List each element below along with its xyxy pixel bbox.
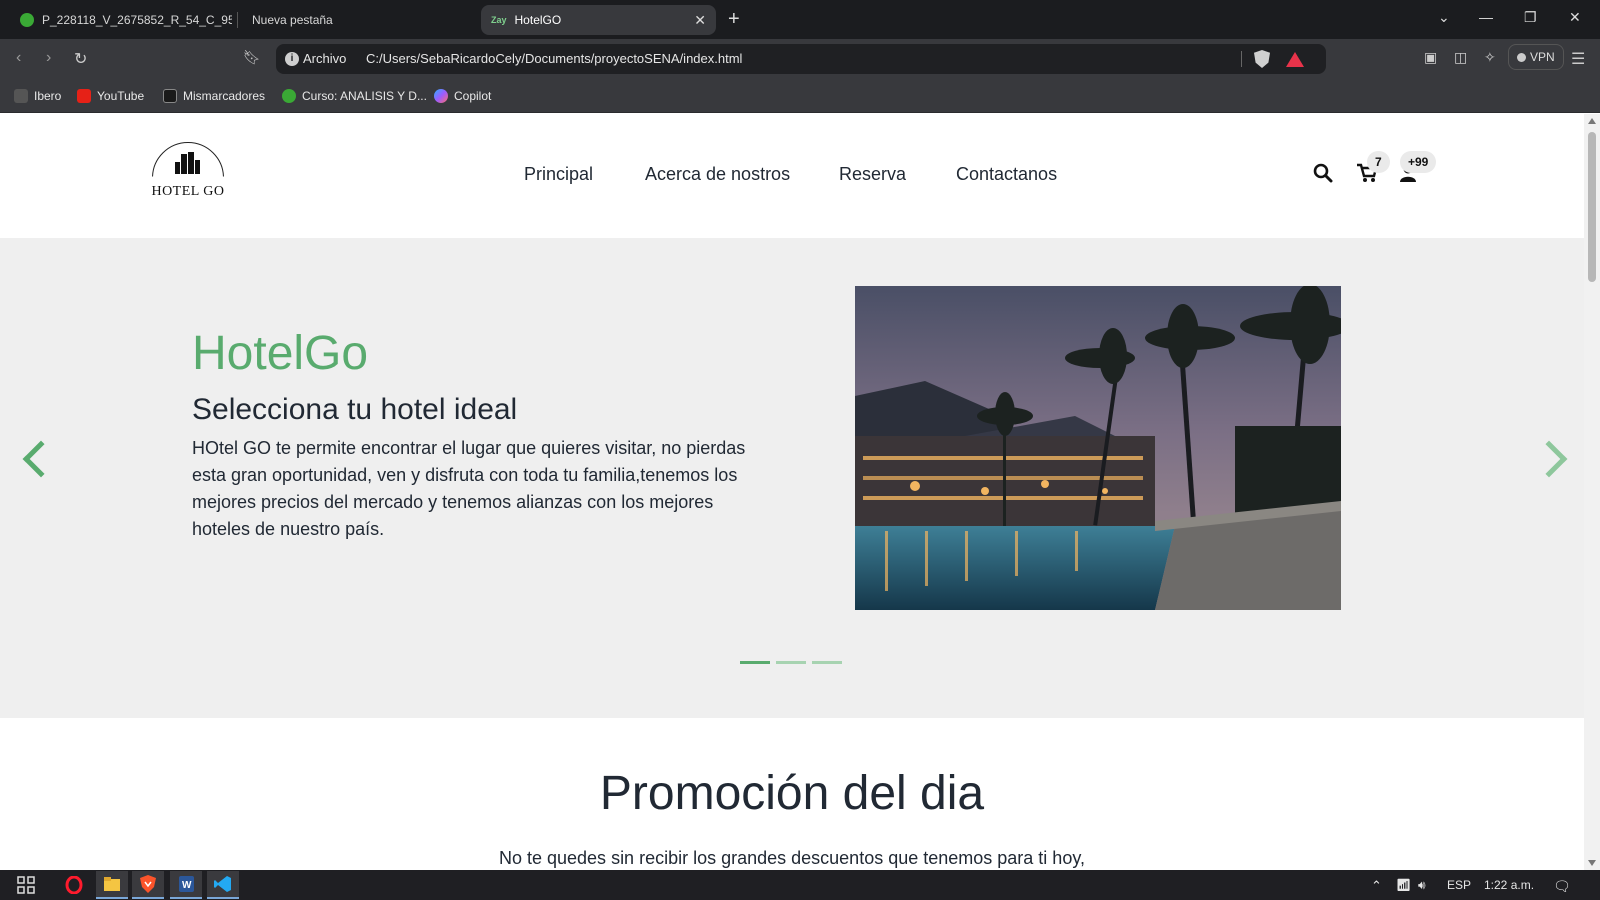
brave-rewards-icon[interactable] <box>1286 52 1304 67</box>
tab-favicon-icon <box>20 13 34 27</box>
bookmark-label: Mismarcadores <box>183 89 266 103</box>
bookmark-item[interactable]: Copilot <box>434 89 491 103</box>
hotel-resort-image <box>855 286 1341 610</box>
site-info-icon[interactable]: i <box>285 52 299 66</box>
bookmark-label: Ibero <box>34 89 62 103</box>
nav-link-acerca[interactable]: Acerca de nostros <box>645 164 790 185</box>
brave-browser-icon[interactable] <box>132 871 164 899</box>
search-icon[interactable] <box>1313 163 1333 183</box>
youtube-icon <box>77 89 91 103</box>
bookmark-label: Curso: ANALISIS Y D... <box>302 89 427 103</box>
brave-shields-icon[interactable] <box>1254 50 1270 68</box>
promo-title: Promoción del dia <box>599 767 985 820</box>
file-explorer-icon[interactable] <box>96 871 128 899</box>
tab-title: P_228118_V_2675852_R_54_C_9537: D <box>42 13 232 27</box>
tab-favicon-icon: Zay <box>491 15 507 25</box>
reload-icon[interactable]: ↻ <box>74 49 87 69</box>
bookmark-favicon-icon <box>14 89 28 103</box>
user-count-badge: +99 <box>1400 151 1437 173</box>
carousel-next-icon[interactable] <box>1530 440 1568 478</box>
browser-tab[interactable]: Nueva pestaña <box>242 5 470 35</box>
browser-tab-strip: P_228118_V_2675852_R_54_C_9537: D Nueva … <box>0 0 1600 39</box>
course-icon <box>282 89 296 103</box>
sidebar-toggle-icon[interactable]: ▣ <box>1424 49 1437 66</box>
browser-tab-active[interactable]: Zay HotelGO ✕ <box>481 5 716 35</box>
carousel-indicators <box>740 661 842 664</box>
carousel-indicator[interactable] <box>812 661 842 664</box>
volume-icon[interactable]: 🔊︎ <box>1418 878 1426 893</box>
promo-description: No te quedes sin recibir los grandes des… <box>498 848 1085 868</box>
browser-toolbar: ‹ › ↻ 🔖︎ i Archivo C:/Users/SebaRicardoC… <box>0 39 1600 80</box>
browser-tab[interactable]: P_228118_V_2675852_R_54_C_9537: D <box>10 5 232 35</box>
carousel-indicator[interactable] <box>776 661 806 664</box>
tray-chevron-icon[interactable]: ⌃ <box>1371 878 1382 894</box>
os-taskbar: W ⌃ 📶︎ 🔊︎ ESP 1:22 a.m. 🗨︎ <box>0 870 1600 900</box>
nav-link-reserva[interactable]: Reserva <box>839 164 906 185</box>
start-grid-icon[interactable] <box>10 871 42 899</box>
restore-button[interactable]: ❐ <box>1524 9 1537 26</box>
tab-separator <box>237 12 238 28</box>
tab-search-chevron-icon[interactable]: ⌄ <box>1438 9 1450 26</box>
clock[interactable]: 1:22 a.m. <box>1484 878 1534 892</box>
menu-icon[interactable]: ☰ <box>1571 49 1585 69</box>
back-icon[interactable]: ‹ <box>16 49 21 67</box>
bookmark-icon[interactable]: 🔖︎ <box>243 49 261 66</box>
network-icon[interactable]: 📶︎ <box>1396 878 1411 892</box>
vscode-icon[interactable] <box>207 871 239 899</box>
leo-ai-icon[interactable]: ✧ <box>1484 49 1496 66</box>
bookmark-item[interactable]: YouTube <box>77 89 144 103</box>
mismarcadores-icon <box>163 89 177 103</box>
hero-carousel: HotelGo Selecciona tu hotel ideal HOtel … <box>0 238 1584 718</box>
minimize-button[interactable]: — <box>1479 9 1493 25</box>
vpn-button[interactable]: VPN <box>1508 44 1564 70</box>
page-scrollbar[interactable] <box>1584 114 1600 870</box>
wallet-icon[interactable]: ◫ <box>1454 49 1467 66</box>
site-header: HOTEL GO Principal Acerca de nostros Res… <box>0 114 1584 238</box>
resort-photo <box>855 286 1341 610</box>
hero-title: HotelGo <box>192 327 369 380</box>
page-viewport: HOTEL GO Principal Acerca de nostros Res… <box>0 114 1584 870</box>
bookmark-label: Copilot <box>454 89 492 103</box>
cart-count-badge: 7 <box>1367 151 1390 173</box>
nav-link-principal[interactable]: Principal <box>524 164 593 185</box>
close-tab-icon[interactable]: ✕ <box>694 12 706 29</box>
bookmarks-bar: Ibero YouTube Mismarcadores Curso: ANALI… <box>0 80 1600 113</box>
url-scheme-label: Archivo <box>303 51 347 66</box>
language-indicator[interactable]: ESP <box>1447 878 1471 892</box>
forward-icon[interactable]: › <box>46 49 51 67</box>
bookmark-item[interactable]: Ibero <box>14 89 61 103</box>
notifications-icon[interactable]: 🗨︎ <box>1553 878 1571 895</box>
opera-icon[interactable] <box>58 871 90 899</box>
hero-subtitle: Selecciona tu hotel ideal <box>192 393 518 426</box>
bookmark-label: YouTube <box>97 89 145 103</box>
building-icon <box>175 152 201 174</box>
site-logo[interactable]: HOTEL GO <box>148 142 228 202</box>
tab-title: Nueva pestaña <box>252 13 333 27</box>
nav-link-contactanos[interactable]: Contactanos <box>956 164 1057 185</box>
copilot-icon <box>434 89 448 103</box>
scroll-up-icon[interactable] <box>1588 118 1596 124</box>
bookmark-item[interactable]: Mismarcadores <box>163 89 265 103</box>
hero-description: HOtel GO te permite encontrar el lugar q… <box>192 438 746 539</box>
new-tab-button[interactable]: + <box>728 8 740 31</box>
scroll-thumb[interactable] <box>1588 132 1596 282</box>
carousel-indicator[interactable] <box>740 661 770 664</box>
carousel-prev-icon[interactable] <box>22 440 60 478</box>
svg-text:W: W <box>182 880 192 891</box>
scroll-down-icon[interactable] <box>1588 860 1596 866</box>
address-bar[interactable]: i Archivo C:/Users/SebaRicardoCely/Docum… <box>276 44 1326 74</box>
url-divider <box>1241 51 1242 67</box>
logo-text: HOTEL GO <box>151 184 225 199</box>
bookmark-item[interactable]: Curso: ANALISIS Y D... <box>282 89 427 103</box>
word-icon[interactable]: W <box>170 871 202 899</box>
tab-title: HotelGO <box>514 13 562 27</box>
close-window-button[interactable]: ✕ <box>1569 9 1581 26</box>
url-text[interactable]: C:/Users/SebaRicardoCely/Documents/proye… <box>366 51 742 66</box>
